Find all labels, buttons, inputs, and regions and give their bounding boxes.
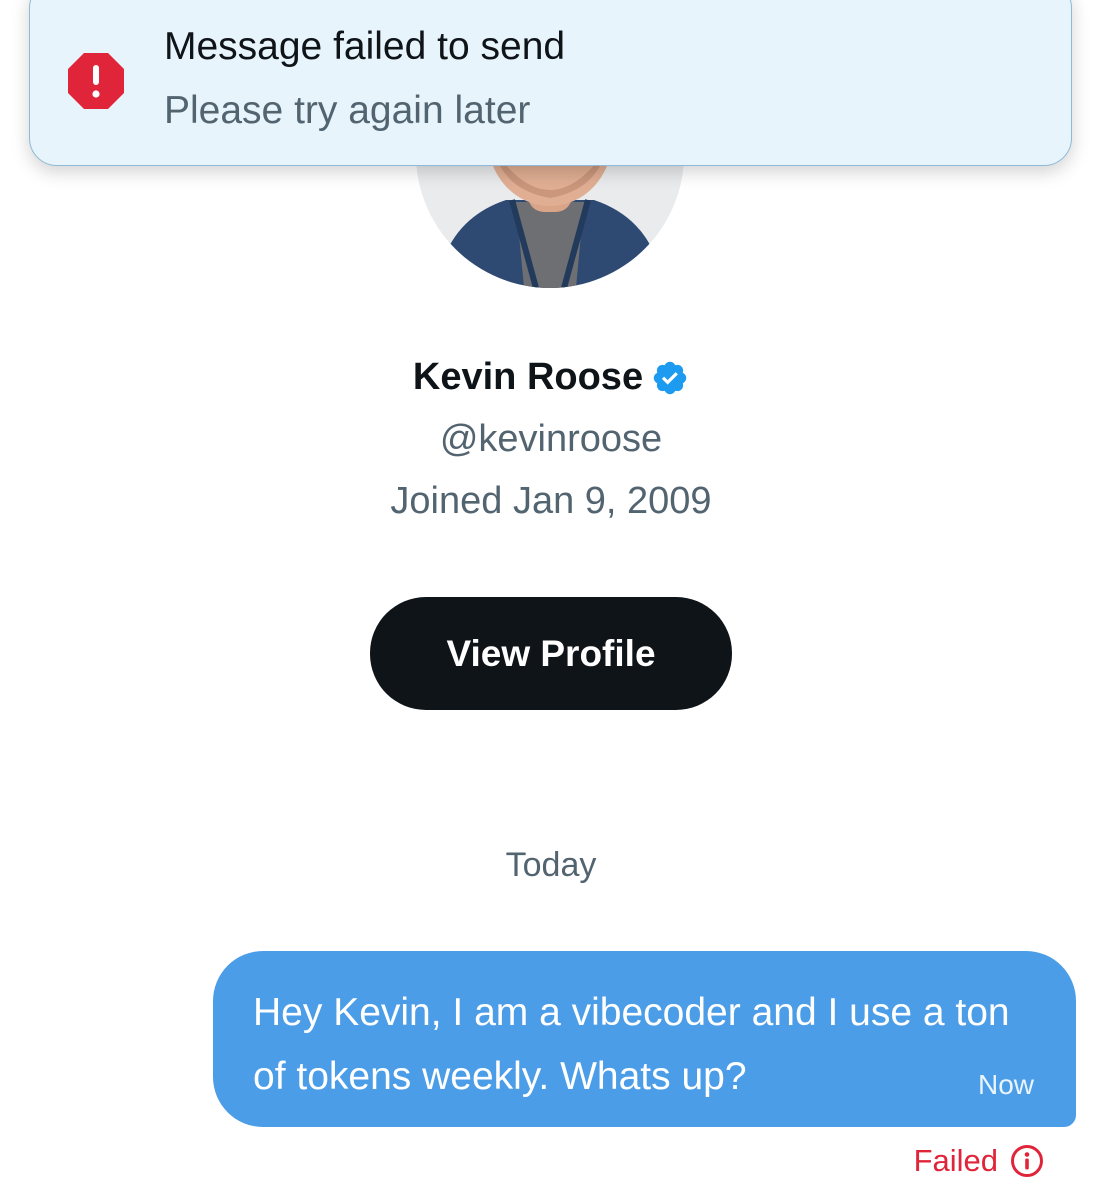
message-timestamp: Now xyxy=(977,1069,1034,1100)
profile-joined-date: Joined Jan 9, 2009 xyxy=(390,480,712,522)
error-toast[interactable]: Message failed to send Please try again … xyxy=(29,0,1072,166)
profile-handle: @kevinroose xyxy=(439,418,663,460)
date-divider: Today xyxy=(505,846,597,884)
view-profile-button[interactable]: View Profile xyxy=(370,597,732,710)
sent-message-bubble[interactable]: Hey Kevin, I am a vibecoder and I use a … xyxy=(213,951,1076,1127)
toast-title: Message failed to send xyxy=(164,25,566,68)
profile-name: Kevin Roose xyxy=(412,356,644,398)
profile-name-row: Kevin Roose xyxy=(0,356,1102,399)
message-text: Hey Kevin, I am a vibecoder and I use a … xyxy=(253,991,1010,1098)
error-octagon-icon xyxy=(67,52,125,110)
toast-subtitle: Please try again later xyxy=(164,89,531,132)
message-failed-status[interactable]: Failed xyxy=(914,1143,1044,1179)
verified-badge-icon xyxy=(651,359,689,397)
info-icon[interactable] xyxy=(1010,1144,1044,1178)
failed-label: Failed xyxy=(913,1143,998,1178)
